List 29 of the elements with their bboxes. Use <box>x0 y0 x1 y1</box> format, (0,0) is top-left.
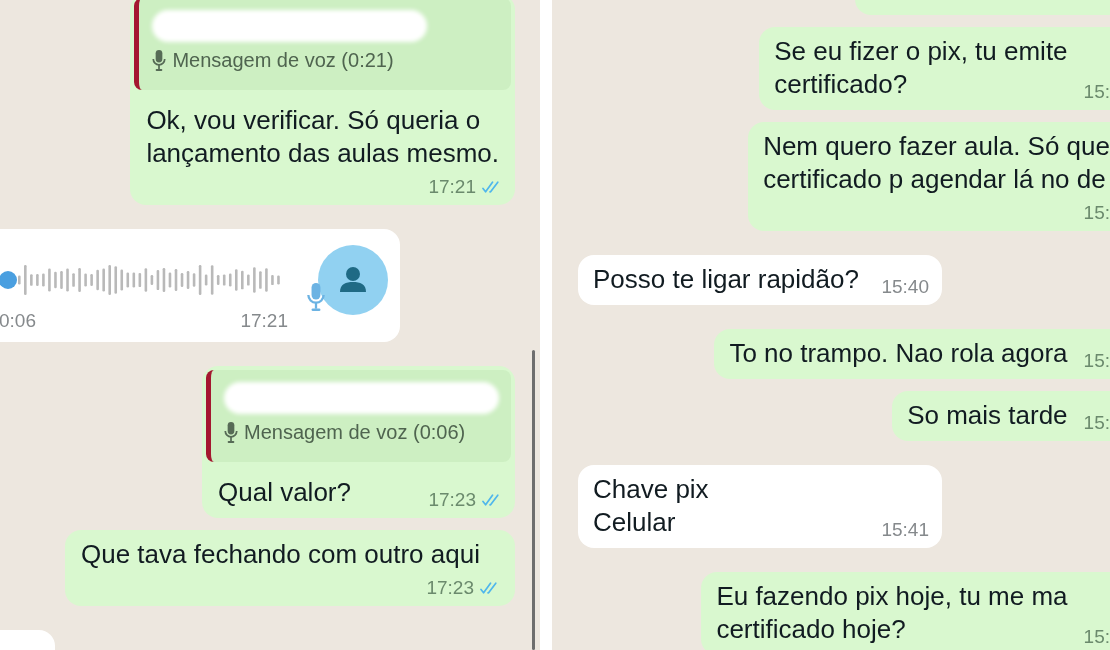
message-text: To no trampo. Nao rola agora <box>729 337 1068 370</box>
voice-duration: 0:06 <box>0 310 36 332</box>
message-text: So mais tarde <box>907 399 1068 432</box>
message-time: 15:40 <box>881 278 929 296</box>
message-text: Que tava fechando com outro aqui <box>81 538 480 571</box>
message-time: 17:23 <box>426 579 474 597</box>
message-text: Se eu fizer o pix, tu emite certificado? <box>774 35 1068 101</box>
message-text: Chave pix Celular <box>593 473 709 539</box>
message-text: Nem quero fazer aula. Só que certificado p agendar lá no de <box>763 130 1110 196</box>
quote-label: Mensagem de voz (0:21) <box>172 48 394 72</box>
message-text: Eu fazendo pix hoje, tu me ma certificado hoje? <box>716 580 1068 646</box>
message-time: 15: <box>1083 83 1110 101</box>
message-time: 15: <box>1083 414 1110 432</box>
playback-thumb[interactable] <box>0 271 17 289</box>
quote-label: Mensagem de voz (0:06) <box>244 420 466 444</box>
message-time: 15:41 <box>881 521 929 539</box>
message-time: 17:21 <box>240 310 288 332</box>
message-time: 15: <box>1083 204 1110 222</box>
message-text: Qual valor? <box>218 476 351 509</box>
message-time: 15: <box>1083 628 1110 646</box>
microphone-icon <box>224 421 238 443</box>
message-text: Ok, vou verificar. Só queria o lançamento das aulas mesmo. <box>146 104 499 170</box>
microphone-icon <box>152 49 167 71</box>
microphone-icon <box>307 283 325 311</box>
message-time: 17:23 <box>428 491 476 509</box>
message-time: 17:21 <box>428 178 476 196</box>
message-time: 15: <box>1083 352 1110 370</box>
message-text: Posso te ligar rapidão? <box>593 263 859 296</box>
avatar-icon <box>318 245 388 315</box>
